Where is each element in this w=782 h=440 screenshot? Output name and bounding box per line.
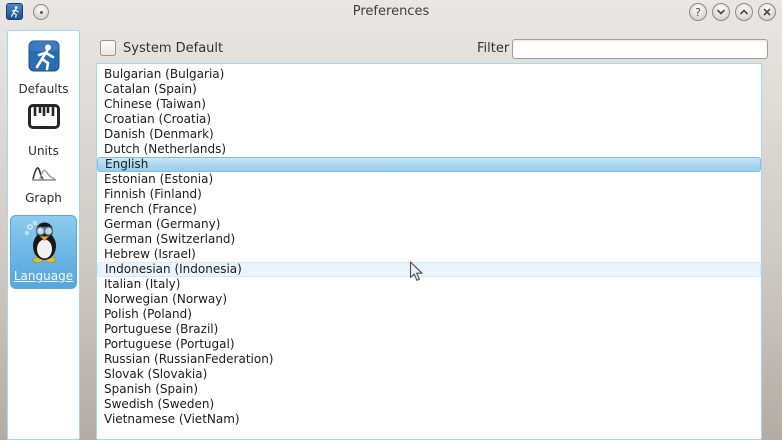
language-list: Bulgarian (Bulgaria) Catalan (Spain) Chi… <box>96 63 762 440</box>
athlete-icon <box>28 40 60 72</box>
titlebar: Preferences ? <box>0 0 782 24</box>
sidebar-item-label: Graph <box>10 191 77 205</box>
list-item[interactable]: Portuguese (Portugal) <box>97 337 761 352</box>
list-item[interactable]: Estonian (Estonia) <box>97 172 761 187</box>
sidebar-item-graph[interactable]: Graph <box>10 163 77 205</box>
list-item[interactable]: Danish (Denmark) <box>97 127 761 142</box>
list-item[interactable]: Croatian (Croatia) <box>97 112 761 127</box>
chevron-up-icon <box>739 7 749 17</box>
shade-up-button[interactable] <box>735 3 753 21</box>
list-item[interactable]: Norwegian (Norway) <box>97 292 761 307</box>
list-item[interactable]: Catalan (Spain) <box>97 82 761 97</box>
filter-label: Filter <box>477 41 509 56</box>
tux-penguin-icon <box>23 219 65 264</box>
graph-icon <box>31 163 57 182</box>
list-item[interactable]: French (France) <box>97 202 761 217</box>
list-item-hovered[interactable]: Indonesian (Indonesia) <box>97 262 761 277</box>
list-item[interactable]: Dutch (Netherlands) <box>97 142 761 157</box>
system-default-checkbox[interactable] <box>100 40 116 56</box>
list-item[interactable]: Hebrew (Israel) <box>97 247 761 262</box>
system-default-label: System Default <box>123 41 223 56</box>
list-item[interactable]: Portuguese (Brazil) <box>97 322 761 337</box>
filter-input[interactable] <box>512 39 768 59</box>
sidebar-item-label: Defaults <box>10 82 77 96</box>
preferences-sidebar: Defaults Units Graph <box>7 30 80 440</box>
window-title: Preferences <box>0 4 782 19</box>
list-item[interactable]: German (Switzerland) <box>97 232 761 247</box>
sidebar-item-label: Language <box>11 269 76 283</box>
help-button[interactable]: ? <box>689 3 707 21</box>
sidebar-item-language[interactable]: Language <box>10 215 77 289</box>
list-item[interactable]: Slovak (Slovakia) <box>97 367 761 382</box>
close-button[interactable] <box>758 3 776 21</box>
shade-down-button[interactable] <box>712 3 730 21</box>
list-item[interactable]: Italian (Italy) <box>97 277 761 292</box>
ruler-icon <box>27 103 61 130</box>
list-item[interactable]: Chinese (Taiwan) <box>97 97 761 112</box>
list-item[interactable]: Bulgarian (Bulgaria) <box>97 67 761 82</box>
list-item[interactable]: Polish (Poland) <box>97 307 761 322</box>
list-item[interactable]: Spanish (Spain) <box>97 382 761 397</box>
close-icon <box>762 7 772 17</box>
sidebar-item-units[interactable]: Units <box>10 103 77 158</box>
sidebar-item-defaults[interactable]: Defaults <box>10 40 77 96</box>
list-item[interactable]: Finnish (Finland) <box>97 187 761 202</box>
list-item[interactable]: Vietnamese (VietNam) <box>97 412 761 427</box>
list-item-selected[interactable]: English <box>97 157 761 172</box>
list-item[interactable]: Swedish (Sweden) <box>97 397 761 412</box>
list-item[interactable]: Russian (RussianFederation) <box>97 352 761 367</box>
list-item[interactable]: German (Germany) <box>97 217 761 232</box>
chevron-down-icon <box>716 7 726 17</box>
sidebar-item-label: Units <box>10 144 77 158</box>
